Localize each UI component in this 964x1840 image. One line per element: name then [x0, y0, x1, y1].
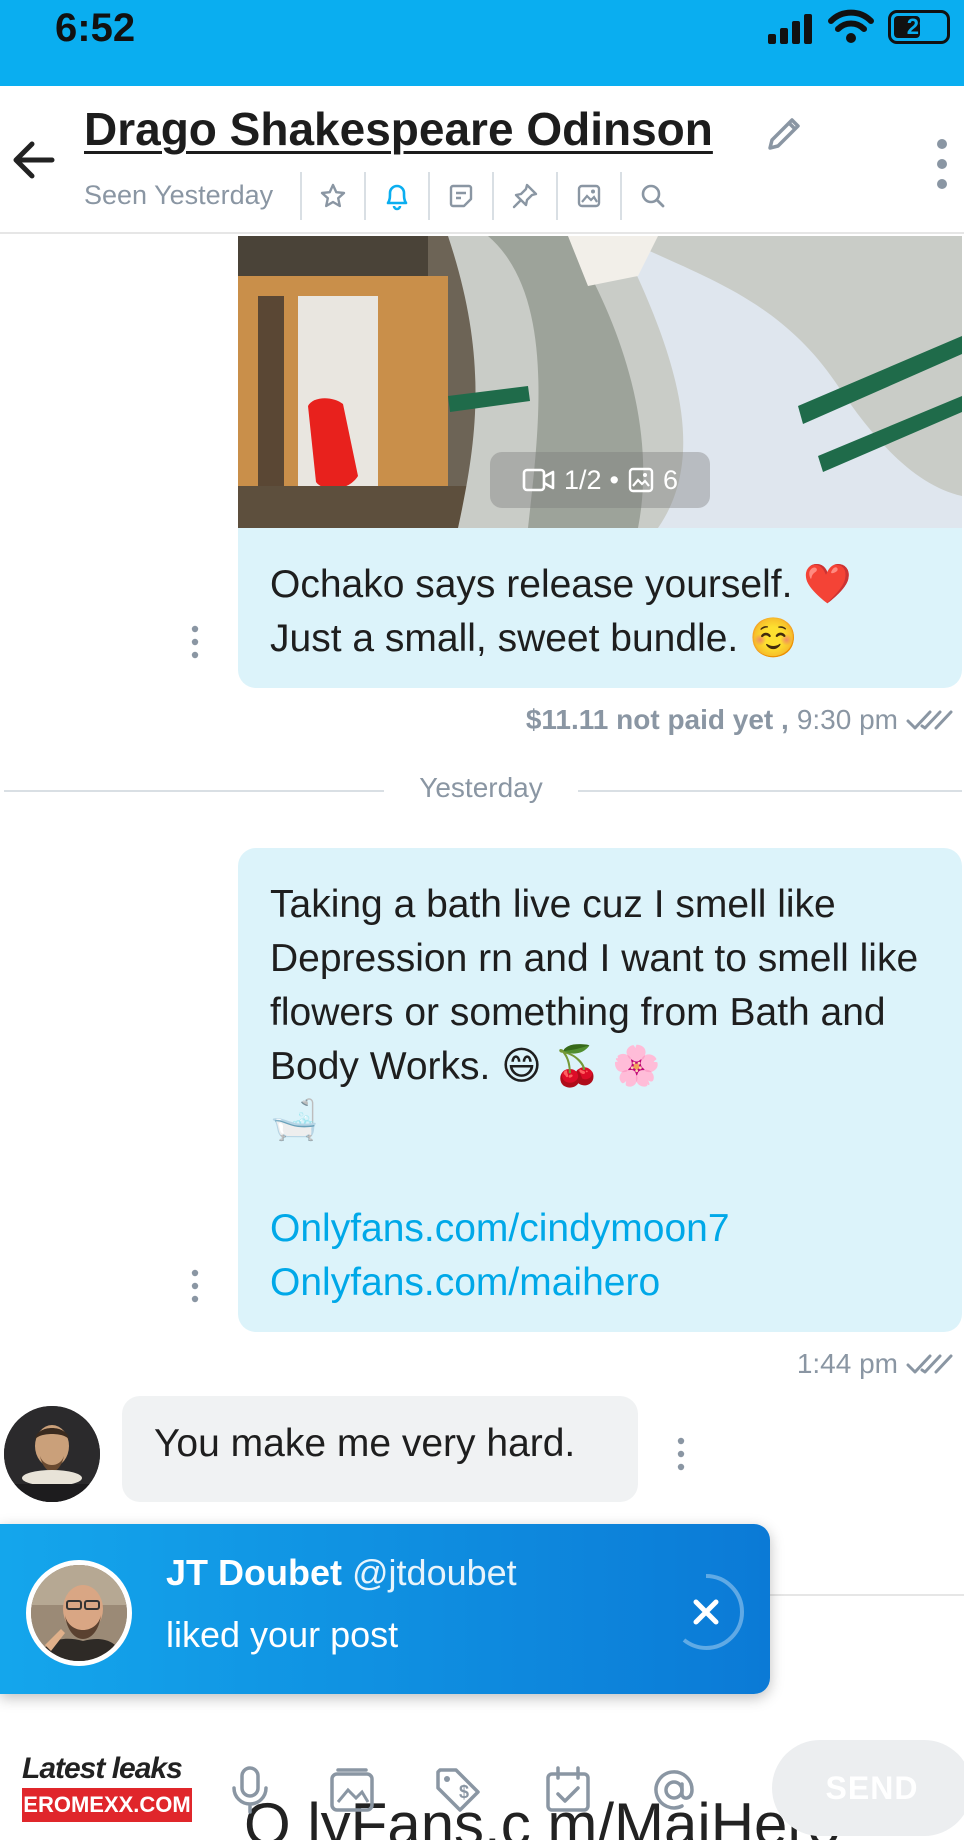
- back-arrow-icon[interactable]: [6, 132, 62, 188]
- watermark-top-text: Latest leaks: [22, 1752, 183, 1785]
- price-tag-icon[interactable]: $: [432, 1764, 484, 1816]
- message-meta: $11.11 not paid yet , 9:30 pm: [526, 704, 954, 736]
- more-vertical-icon[interactable]: [930, 136, 954, 192]
- video-count: 1/2: [563, 464, 602, 495]
- pin-icon[interactable]: [492, 172, 556, 220]
- svg-text:$: $: [459, 1782, 469, 1802]
- message-bubble-outgoing[interactable]: Ochako says release yourself. ❤️ Just a …: [238, 528, 962, 688]
- double-check-icon: [906, 710, 953, 730]
- watermark-bottom-text: EROMEXX.COM: [22, 1788, 192, 1822]
- message-options-icon[interactable]: [674, 1436, 688, 1472]
- photo-count: 6: [662, 464, 679, 495]
- message-text: You make me very hard.: [154, 1422, 576, 1465]
- header-toolbar: [300, 172, 684, 220]
- notification-avatar: [26, 1560, 132, 1666]
- wifi-icon: [828, 9, 874, 43]
- message-text: Ochako says release yourself. ❤️ Just a …: [270, 563, 852, 660]
- search-icon[interactable]: [620, 172, 684, 220]
- status-bar: 6:52 29: [0, 0, 964, 86]
- chat-header: Drago Shakespeare Odinson Seen Yesterday: [0, 86, 964, 234]
- notification-user-handle: @jtdoubet: [352, 1552, 517, 1593]
- signal-icon: [768, 14, 812, 44]
- price-status: $11.11 not paid yet ,: [525, 704, 789, 735]
- media-separator: •: [609, 464, 619, 495]
- chat-title[interactable]: Drago Shakespeare Odinson: [84, 102, 713, 156]
- video-icon: [522, 468, 555, 492]
- double-check-icon: [906, 1354, 953, 1374]
- profile-link-cindymoon7[interactable]: Onlyfans.com/cindymoon7: [270, 1202, 930, 1256]
- watermark-logo: Latest leaks EROMEXX.COM: [22, 1752, 198, 1832]
- message-bubble-incoming[interactable]: You make me very hard.: [122, 1396, 638, 1502]
- sender-avatar[interactable]: [4, 1406, 100, 1502]
- date-divider-label: Yesterday: [419, 772, 543, 803]
- message-meta: 1:44 pm: [797, 1348, 954, 1380]
- seen-status: Seen Yesterday: [84, 180, 274, 210]
- pencil-icon[interactable]: [762, 112, 806, 156]
- status-time: 6:52: [55, 6, 136, 50]
- message-time: 1:44 pm: [796, 1348, 898, 1379]
- notification-title: JT Doubet @jtdoubet: [166, 1552, 517, 1594]
- mention-icon[interactable]: [648, 1764, 700, 1816]
- date-divider: Yesterday: [0, 770, 964, 810]
- bell-icon[interactable]: [364, 172, 428, 220]
- battery-icon: 29: [888, 10, 950, 44]
- message-time: 9:30 pm: [796, 704, 898, 735]
- notification-action: liked your post: [166, 1614, 399, 1655]
- image-icon[interactable]: [556, 172, 620, 220]
- close-icon[interactable]: [666, 1572, 746, 1652]
- message-text: Taking a bath live cuz I smell like Depr…: [270, 883, 919, 1142]
- profile-link-maihero[interactable]: Onlyfans.com/maihero: [270, 1256, 930, 1310]
- media-count-badge: 1/2 • 6: [490, 452, 710, 508]
- notification-user-name: JT Doubet: [166, 1552, 342, 1593]
- battery-level: 29: [906, 14, 932, 39]
- microphone-icon[interactable]: [224, 1764, 276, 1816]
- schedule-calendar-icon[interactable]: [542, 1764, 594, 1816]
- photo-icon: [628, 467, 654, 493]
- notification-toast[interactable]: JT Doubet @jtdoubet liked your post: [0, 1524, 770, 1694]
- message-options-icon[interactable]: [188, 624, 202, 660]
- message-options-icon[interactable]: [188, 1268, 202, 1304]
- gallery-icon[interactable]: [326, 1764, 378, 1816]
- star-icon[interactable]: [300, 172, 364, 220]
- message-bubble-outgoing[interactable]: Taking a bath live cuz I smell like Depr…: [238, 848, 962, 1332]
- note-icon[interactable]: [428, 172, 492, 220]
- composer-divider: [770, 1594, 964, 1596]
- send-button[interactable]: SEND: [772, 1740, 964, 1836]
